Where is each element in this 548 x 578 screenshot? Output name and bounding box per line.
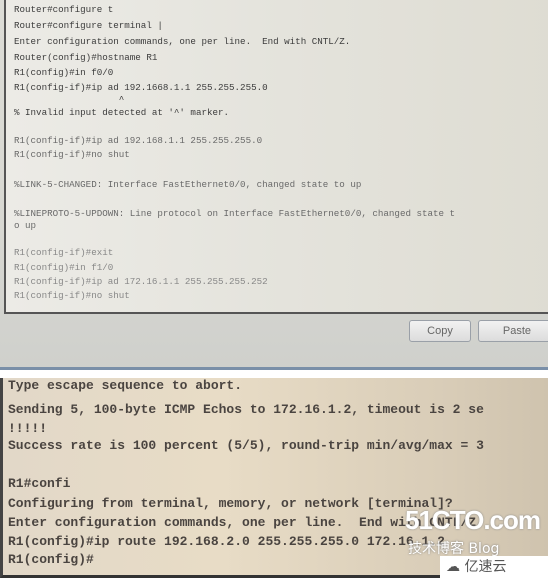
cli-line: o up: [14, 220, 37, 231]
panel-edge: [0, 367, 548, 370]
cli-line: R1#confi: [8, 476, 71, 491]
cli-line: R1(config)#in f1/0: [14, 262, 114, 273]
cli-line: R1(config-if)#exit: [14, 247, 114, 258]
copy-button[interactable]: Copy: [409, 320, 471, 342]
cli-line: Router#configure t: [14, 4, 114, 15]
cli-line: Router#configure terminal |: [14, 20, 163, 31]
cli-line: Type escape sequence to abort.: [8, 378, 243, 393]
cli-line: %LINEPROTO-5-UPDOWN: Line protocol on In…: [14, 208, 456, 219]
cli-line: R1(config-if)#ip ad 192.168.1.1 255.255.…: [14, 135, 263, 146]
cli-line: Enter configuration commands, one per li…: [14, 36, 351, 47]
cli-line: R1(config-if)#ip ad 172.16.1.1 255.255.2…: [14, 276, 268, 287]
cli-line: R1(config)#in f0/0: [14, 67, 114, 78]
cli-line: %LINK-5-CHANGED: Interface FastEthernet0…: [14, 179, 362, 190]
watermark-tagline: 技术博客 Blog: [408, 541, 500, 557]
watermark-51cto: 51CTO.com: [405, 505, 541, 535]
cli-prompt: R1(config)#: [8, 552, 94, 567]
cli-line: R1(config-if)#no shut: [14, 149, 130, 160]
cloud-icon: ☁: [446, 559, 460, 575]
cli-line: Router(config)#hostname R1: [14, 52, 158, 63]
cli-line: R1(config-if)#no shut: [14, 290, 130, 301]
cli-line: R1(config)#ip route 192.168.2.0 255.255.…: [8, 534, 445, 549]
top-screenshot-panel: Router#configure t Router#configure term…: [0, 0, 548, 370]
cli-line: R1(config-if)#ip ad 192.1668.1.1 255.255…: [14, 82, 268, 93]
logo-text: 亿速云: [464, 559, 507, 575]
cli-line: Configuring from terminal, memory, or ne…: [8, 496, 453, 511]
yisu-logo: ☁ 亿速云: [440, 556, 548, 578]
cli-line: !!!!!: [8, 421, 48, 436]
paste-button[interactable]: Paste: [478, 320, 548, 342]
cli-line: Sending 5, 100-byte ICMP Echos to 172.16…: [8, 402, 484, 417]
cli-output-area[interactable]: Router#configure t Router#configure term…: [4, 0, 548, 314]
cli-line: % Invalid input detected at '^' marker.: [14, 107, 230, 118]
cli-error-marker: ^: [14, 94, 125, 105]
cli-line: Success rate is 100 percent (5/5), round…: [8, 438, 484, 453]
